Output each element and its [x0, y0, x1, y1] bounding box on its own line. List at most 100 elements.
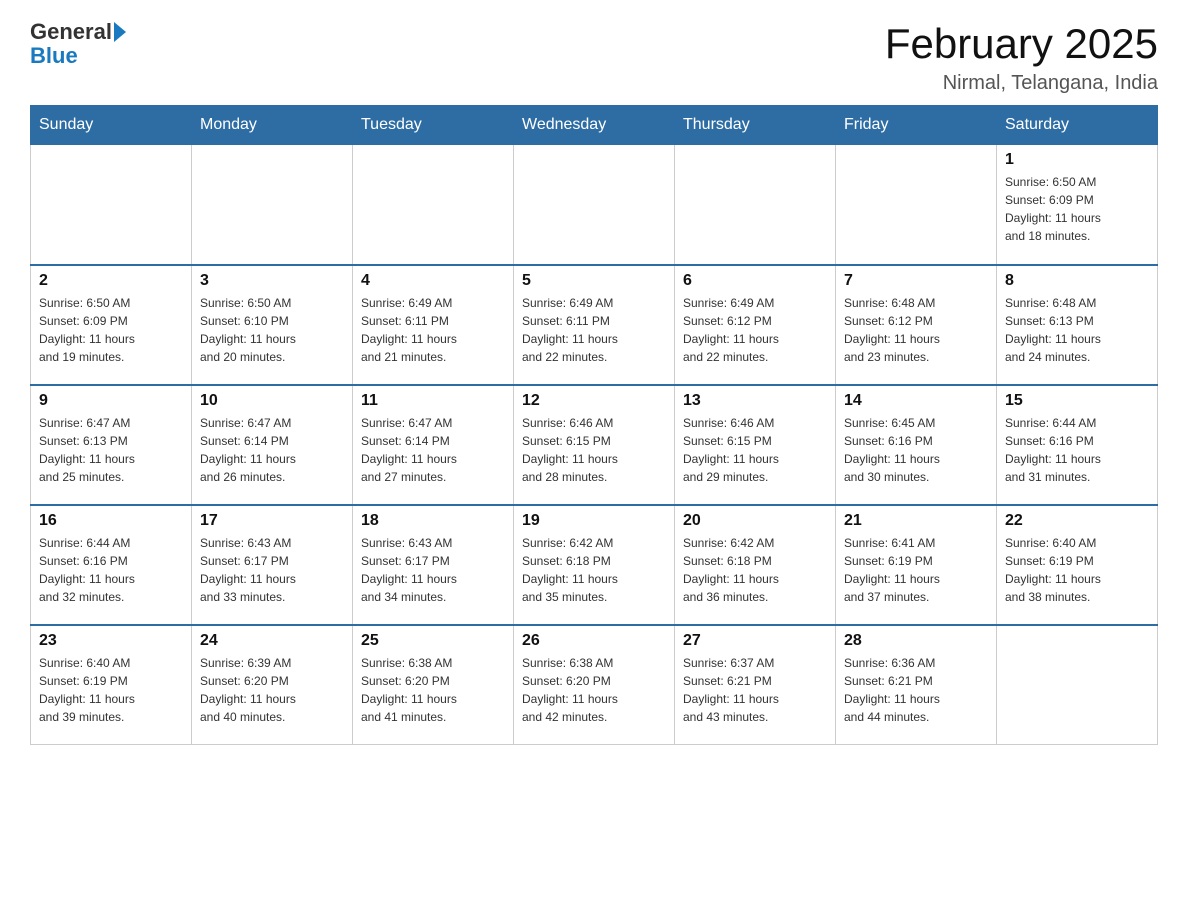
table-row: 15 Sunrise: 6:44 AM Sunset: 6:16 PM Dayli…: [997, 385, 1158, 505]
table-row: 16 Sunrise: 6:44 AM Sunset: 6:16 PM Dayli…: [31, 505, 192, 625]
col-friday: Friday: [836, 106, 997, 145]
calendar-week-row: 1 Sunrise: 6:50 AM Sunset: 6:09 PM Daylig…: [31, 145, 1158, 265]
day-info: Sunrise: 6:47 AM Sunset: 6:14 PM Dayligh…: [361, 414, 505, 486]
table-row: 23 Sunrise: 6:40 AM Sunset: 6:19 PM Dayli…: [31, 625, 192, 745]
table-row: 13 Sunrise: 6:46 AM Sunset: 6:15 PM Dayli…: [675, 385, 836, 505]
table-row: 1 Sunrise: 6:50 AM Sunset: 6:09 PM Daylig…: [997, 145, 1158, 265]
day-number: 18: [361, 512, 505, 530]
table-row: 22 Sunrise: 6:40 AM Sunset: 6:19 PM Dayli…: [997, 505, 1158, 625]
table-row: 3 Sunrise: 6:50 AM Sunset: 6:10 PM Daylig…: [192, 265, 353, 385]
table-row: 17 Sunrise: 6:43 AM Sunset: 6:17 PM Dayli…: [192, 505, 353, 625]
table-row: 25 Sunrise: 6:38 AM Sunset: 6:20 PM Dayli…: [353, 625, 514, 745]
day-info: Sunrise: 6:44 AM Sunset: 6:16 PM Dayligh…: [1005, 414, 1149, 486]
day-number: 10: [200, 392, 344, 410]
table-row: 26 Sunrise: 6:38 AM Sunset: 6:20 PM Dayli…: [514, 625, 675, 745]
table-row: 8 Sunrise: 6:48 AM Sunset: 6:13 PM Daylig…: [997, 265, 1158, 385]
calendar-table: Sunday Monday Tuesday Wednesday Thursday…: [30, 105, 1158, 745]
day-info: Sunrise: 6:43 AM Sunset: 6:17 PM Dayligh…: [361, 534, 505, 606]
day-info: Sunrise: 6:36 AM Sunset: 6:21 PM Dayligh…: [844, 654, 988, 726]
table-row: 19Sunrise: 6:42 AM Sunset: 6:18 PM Dayli…: [514, 505, 675, 625]
day-number: 17: [200, 512, 344, 530]
day-number: 20: [683, 512, 827, 530]
day-number: 23: [39, 632, 183, 650]
location-subtitle: Nirmal, Telangana, India: [885, 72, 1158, 95]
day-number: 27: [683, 632, 827, 650]
day-number: 26: [522, 632, 666, 650]
day-info: Sunrise: 6:50 AM Sunset: 6:09 PM Dayligh…: [1005, 173, 1149, 245]
col-monday: Monday: [192, 106, 353, 145]
table-row: [353, 145, 514, 265]
day-number: 16: [39, 512, 183, 530]
table-row: 12 Sunrise: 6:46 AM Sunset: 6:15 PM Dayli…: [514, 385, 675, 505]
day-info: Sunrise: 6:49 AM Sunset: 6:11 PM Dayligh…: [361, 294, 505, 366]
day-number: 3: [200, 272, 344, 290]
day-info: Sunrise: 6:37 AM Sunset: 6:21 PM Dayligh…: [683, 654, 827, 726]
day-info: Sunrise: 6:42 AM Sunset: 6:18 PM Dayligh…: [522, 534, 666, 606]
month-title: February 2025: [885, 20, 1158, 68]
table-row: [997, 625, 1158, 745]
day-number: 22: [1005, 512, 1149, 530]
day-info: Sunrise: 6:47 AM Sunset: 6:14 PM Dayligh…: [200, 414, 344, 486]
col-saturday: Saturday: [997, 106, 1158, 145]
table-row: 18 Sunrise: 6:43 AM Sunset: 6:17 PM Dayli…: [353, 505, 514, 625]
day-number: 2: [39, 272, 183, 290]
day-number: 13: [683, 392, 827, 410]
day-info: Sunrise: 6:44 AM Sunset: 6:16 PM Dayligh…: [39, 534, 183, 606]
col-tuesday: Tuesday: [353, 106, 514, 145]
day-number: 7: [844, 272, 988, 290]
day-info: Sunrise: 6:40 AM Sunset: 6:19 PM Dayligh…: [39, 654, 183, 726]
day-info: Sunrise: 6:50 AM Sunset: 6:10 PM Dayligh…: [200, 294, 344, 366]
day-info: Sunrise: 6:48 AM Sunset: 6:13 PM Dayligh…: [1005, 294, 1149, 366]
table-row: [836, 145, 997, 265]
col-thursday: Thursday: [675, 106, 836, 145]
day-info: Sunrise: 6:47 AM Sunset: 6:13 PM Dayligh…: [39, 414, 183, 486]
title-area: February 2025 Nirmal, Telangana, India: [885, 20, 1158, 95]
table-row: 24Sunrise: 6:39 AM Sunset: 6:20 PM Dayli…: [192, 625, 353, 745]
table-row: [31, 145, 192, 265]
table-row: 2 Sunrise: 6:50 AM Sunset: 6:09 PM Daylig…: [31, 265, 192, 385]
table-row: [514, 145, 675, 265]
day-number: 28: [844, 632, 988, 650]
col-sunday: Sunday: [31, 106, 192, 145]
day-number: 15: [1005, 392, 1149, 410]
day-info: Sunrise: 6:46 AM Sunset: 6:15 PM Dayligh…: [683, 414, 827, 486]
day-number: 6: [683, 272, 827, 290]
table-row: 11 Sunrise: 6:47 AM Sunset: 6:14 PM Dayli…: [353, 385, 514, 505]
day-number: 9: [39, 392, 183, 410]
day-info: Sunrise: 6:48 AM Sunset: 6:12 PM Dayligh…: [844, 294, 988, 366]
table-row: 5Sunrise: 6:49 AM Sunset: 6:11 PM Daylig…: [514, 265, 675, 385]
day-number: 14: [844, 392, 988, 410]
day-number: 5: [522, 272, 666, 290]
day-info: Sunrise: 6:49 AM Sunset: 6:12 PM Dayligh…: [683, 294, 827, 366]
table-row: 7 Sunrise: 6:48 AM Sunset: 6:12 PM Daylig…: [836, 265, 997, 385]
calendar-week-row: 23 Sunrise: 6:40 AM Sunset: 6:19 PM Dayli…: [31, 625, 1158, 745]
day-number: 8: [1005, 272, 1149, 290]
table-row: 10 Sunrise: 6:47 AM Sunset: 6:14 PM Dayli…: [192, 385, 353, 505]
col-wednesday: Wednesday: [514, 106, 675, 145]
day-info: Sunrise: 6:50 AM Sunset: 6:09 PM Dayligh…: [39, 294, 183, 366]
day-number: 11: [361, 392, 505, 410]
table-row: 14 Sunrise: 6:45 AM Sunset: 6:16 PM Dayli…: [836, 385, 997, 505]
table-row: 6 Sunrise: 6:49 AM Sunset: 6:12 PM Daylig…: [675, 265, 836, 385]
calendar-week-row: 2 Sunrise: 6:50 AM Sunset: 6:09 PM Daylig…: [31, 265, 1158, 385]
day-number: 1: [1005, 151, 1149, 169]
day-info: Sunrise: 6:42 AM Sunset: 6:18 PM Dayligh…: [683, 534, 827, 606]
day-number: 12: [522, 392, 666, 410]
table-row: 20 Sunrise: 6:42 AM Sunset: 6:18 PM Dayli…: [675, 505, 836, 625]
day-info: Sunrise: 6:45 AM Sunset: 6:16 PM Dayligh…: [844, 414, 988, 486]
calendar-header-row: Sunday Monday Tuesday Wednesday Thursday…: [31, 106, 1158, 145]
day-number: 4: [361, 272, 505, 290]
day-number: 25: [361, 632, 505, 650]
table-row: [675, 145, 836, 265]
logo-arrow-icon: [114, 22, 126, 42]
table-row: 9 Sunrise: 6:47 AM Sunset: 6:13 PM Daylig…: [31, 385, 192, 505]
day-info: Sunrise: 6:43 AM Sunset: 6:17 PM Dayligh…: [200, 534, 344, 606]
day-info: Sunrise: 6:40 AM Sunset: 6:19 PM Dayligh…: [1005, 534, 1149, 606]
table-row: 21Sunrise: 6:41 AM Sunset: 6:19 PM Dayli…: [836, 505, 997, 625]
logo-text-general: General: [30, 20, 112, 44]
calendar-week-row: 9 Sunrise: 6:47 AM Sunset: 6:13 PM Daylig…: [31, 385, 1158, 505]
day-info: Sunrise: 6:46 AM Sunset: 6:15 PM Dayligh…: [522, 414, 666, 486]
day-info: Sunrise: 6:38 AM Sunset: 6:20 PM Dayligh…: [522, 654, 666, 726]
table-row: 27 Sunrise: 6:37 AM Sunset: 6:21 PM Dayli…: [675, 625, 836, 745]
day-info: Sunrise: 6:38 AM Sunset: 6:20 PM Dayligh…: [361, 654, 505, 726]
